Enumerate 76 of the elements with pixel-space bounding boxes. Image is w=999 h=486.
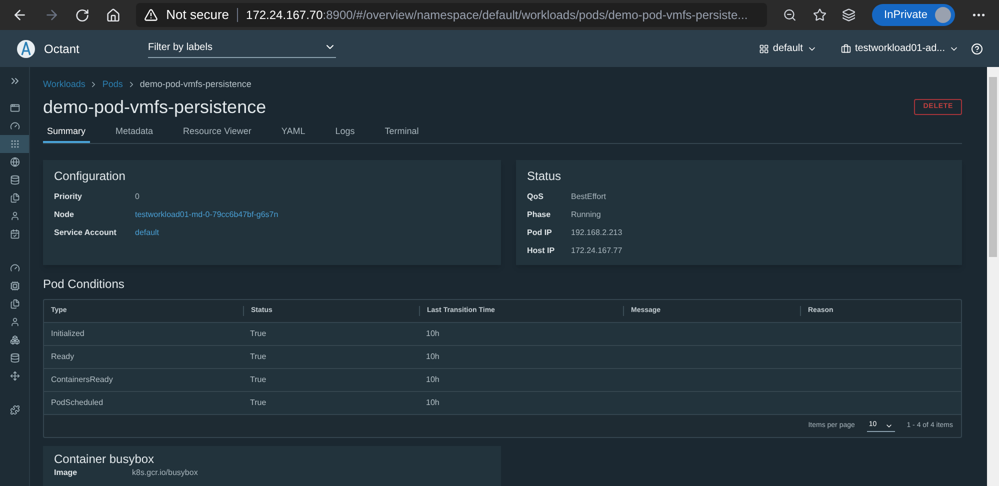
table-cell: PodScheduled (51, 398, 104, 407)
plugin-icon (10, 405, 20, 415)
favorite-icon[interactable] (812, 8, 826, 22)
forward-icon[interactable] (44, 7, 60, 23)
table-cell: 10h (426, 329, 440, 338)
table-cell: Ready (51, 352, 74, 361)
table-cell: 10h (426, 398, 440, 407)
card-title: Status (527, 168, 562, 185)
section-title: Pod Conditions (43, 276, 126, 293)
help-icon[interactable] (971, 42, 983, 54)
zoom-icon[interactable] (783, 8, 797, 22)
database-icon (10, 353, 20, 363)
warning-icon (144, 8, 158, 22)
briefcase-icon (840, 44, 851, 54)
table-cell: True (250, 352, 266, 361)
database-icon (10, 175, 20, 185)
inprivate-button[interactable]: InPrivate (872, 4, 956, 26)
home-icon[interactable] (106, 8, 120, 22)
chip-icon (10, 281, 20, 291)
tab[interactable]: Summary (43, 124, 90, 143)
table-cell: True (250, 329, 266, 338)
namespace-select[interactable]: default (758, 41, 817, 56)
files-icon (10, 299, 20, 309)
user-icon (10, 211, 20, 221)
field-link[interactable]: testworkload01-md-0-79cc6b47bf-g6s7n (135, 209, 278, 221)
expand-icon[interactable] (8, 75, 20, 87)
field-value: 0 (135, 191, 140, 203)
table-cell: Initialized (51, 329, 84, 338)
label-filter-field[interactable]: Filter by labels (148, 40, 336, 58)
table-cell: ContainersReady (51, 375, 113, 384)
context-select[interactable]: testworkload01-ad... (840, 41, 959, 56)
logo-icon (16, 38, 36, 58)
field-value: BestEffort (571, 191, 606, 203)
field-label: Node (54, 209, 75, 221)
calendar-icon (10, 229, 20, 239)
card-title: Container busybox (54, 451, 156, 468)
table-cell: 10h (426, 352, 440, 361)
files-icon (10, 193, 20, 203)
grid-icon (758, 44, 769, 54)
field-value: k8s.gcr.io/busybox (132, 468, 198, 478)
field-value: Running (571, 209, 601, 221)
tab[interactable]: Terminal (380, 124, 423, 143)
move-icon (10, 371, 20, 381)
table-cell: 10h (426, 375, 440, 384)
field-label: Phase (527, 209, 552, 221)
table-cell: True (250, 398, 266, 407)
field-label: Priority (54, 191, 84, 203)
back-icon[interactable] (12, 7, 28, 23)
field-label: Host IP (527, 245, 556, 257)
user-icon (10, 317, 20, 327)
avatar-icon (935, 7, 952, 23)
card-title: Configuration (54, 168, 126, 185)
reload-icon[interactable] (75, 8, 90, 22)
tab[interactable]: Metadata (112, 124, 158, 143)
gauge-icon (10, 263, 20, 273)
gauge-icon (10, 121, 20, 131)
tab[interactable]: Logs (331, 124, 359, 143)
field-label: Service Account (54, 227, 118, 239)
tab[interactable]: YAML (277, 124, 310, 143)
field-value: 192.168.2.213 (571, 227, 622, 239)
grid-icon (10, 139, 20, 149)
breadcrumb-current: demo-pod-vmfs-persistence (140, 78, 252, 91)
security-label: Not secure (166, 6, 230, 24)
tab[interactable]: Resource Viewer (179, 124, 256, 143)
field-label: QoS (527, 191, 544, 203)
field-value: 172.24.167.77 (571, 245, 622, 257)
field-link[interactable]: default (135, 227, 160, 239)
address-bar[interactable]: Not secure 172.24.167.70:8900/#/overview/namespace/default/workloads/pods/demo-pod-vmfs-persiste... (136, 3, 768, 27)
window-icon (10, 103, 20, 113)
page-title: demo-pod-vmfs-persistence (43, 96, 266, 119)
globe-icon (10, 157, 20, 167)
field-label: Pod IP (527, 227, 553, 239)
table-cell: True (250, 375, 266, 384)
app-name: Octant (44, 40, 80, 58)
url-text: 172.24.167.70:8900/#/overview/namespace/default/workloads/pods/demo-pod-vmfs-persiste... (246, 7, 748, 24)
field-label: Image (54, 468, 78, 478)
